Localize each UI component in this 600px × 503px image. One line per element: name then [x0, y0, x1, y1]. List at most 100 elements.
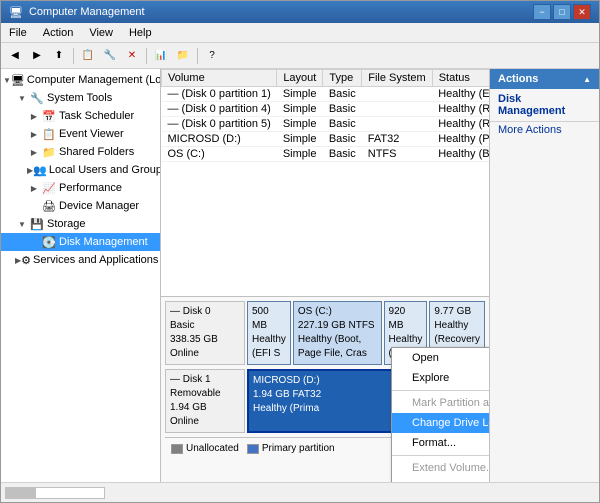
tree-item-shared-folders[interactable]: ▶ 📁 Shared Folders: [1, 143, 160, 161]
cell-status: Healthy (Recovery Partition): [432, 102, 489, 117]
legend-unalloc-box: [171, 444, 183, 454]
actions-chevron-icon: ▲: [583, 75, 591, 84]
minimize-button[interactable]: −: [533, 4, 551, 20]
status-scrollbar[interactable]: [5, 487, 105, 499]
cell-type: Basic: [323, 117, 362, 132]
context-menu: Open Explore Mark Partition as Active Ch…: [391, 347, 489, 482]
cell-type: Basic: [323, 132, 362, 147]
col-type[interactable]: Type: [323, 70, 362, 87]
maximize-button[interactable]: □: [553, 4, 571, 20]
ctx-shrink[interactable]: Shrink Volume...: [392, 478, 489, 482]
performance-icon: 📈: [41, 180, 57, 196]
main-area: ▼ 🖥 Computer Management (Local ▼ 🔧 Syste…: [1, 69, 599, 482]
services-icon: ⚙: [21, 252, 31, 268]
tree-item-disk-management[interactable]: 💽 Disk Management: [1, 233, 160, 251]
toolbar-separator-3: [197, 48, 198, 64]
help-button[interactable]: ?: [202, 46, 222, 66]
table-row[interactable]: — (Disk 0 partition 5) Simple Basic Heal…: [162, 117, 490, 132]
ctx-explore[interactable]: Explore: [392, 368, 489, 388]
legend-primary-label: Primary partition: [262, 443, 335, 454]
cell-volume: MICROSD (D:): [162, 132, 277, 147]
os-size: 227.19 GB NTFS: [298, 319, 377, 333]
cell-fs: [362, 117, 432, 132]
tree-label-performance: Performance: [59, 182, 122, 194]
table-row[interactable]: OS (C:) Simple Basic NTFS Healthy (Boot,…: [162, 147, 490, 162]
status-scrollbar-thumb: [6, 488, 36, 498]
cell-status: Healthy (EFI System Partition): [432, 87, 489, 102]
tree-item-event-viewer[interactable]: ▶ 📋 Event Viewer: [1, 125, 160, 143]
device-manager-icon: 🖨: [41, 198, 57, 214]
show-hide-button[interactable]: 📋: [78, 46, 98, 66]
storage-icon: 💾: [29, 216, 45, 232]
expand-event-viewer[interactable]: ▶: [27, 127, 41, 141]
properties-button[interactable]: 🔧: [100, 46, 120, 66]
tree-label-services: Services and Applications: [33, 254, 158, 266]
tree-item-task-scheduler[interactable]: ▶ 📅 Task Scheduler: [1, 107, 160, 125]
expand-disk-management: [27, 235, 41, 249]
disk0-part-os[interactable]: OS (C:) 227.19 GB NTFS Healthy (Boot, Pa…: [293, 301, 382, 365]
expand-shared-folders[interactable]: ▶: [27, 145, 41, 159]
cell-volume: — (Disk 0 partition 1): [162, 87, 277, 102]
back-button[interactable]: ◀: [5, 46, 25, 66]
up-button[interactable]: ⬆: [49, 46, 69, 66]
menu-file[interactable]: File: [1, 26, 35, 40]
col-filesystem[interactable]: File System: [362, 70, 432, 87]
tree-item-device-manager[interactable]: 🖨 Device Manager: [1, 197, 160, 215]
expand-device-manager: [27, 199, 41, 213]
disk-management-icon: 💽: [41, 234, 57, 250]
close-button[interactable]: ✕: [573, 4, 591, 20]
os-status: Healthy (Boot, Page File, Cras: [298, 333, 377, 361]
right-area: Volume Layout Type File System Status — …: [161, 69, 599, 482]
tree-label-computer: Computer Management (Local: [27, 74, 161, 86]
ctx-change-drive-letter[interactable]: Change Drive Letter and Paths...: [392, 413, 489, 433]
table-row[interactable]: MICROSD (D:) Simple Basic FAT32 Healthy …: [162, 132, 490, 147]
tree-item-computer[interactable]: ▼ 🖥 Computer Management (Local: [1, 71, 160, 89]
table-row[interactable]: — (Disk 0 partition 1) Simple Basic Heal…: [162, 87, 490, 102]
tree-item-performance[interactable]: ▶ 📈 Performance: [1, 179, 160, 197]
local-users-icon: 👥: [33, 162, 47, 178]
table-header-row: Volume Layout Type File System Status: [162, 70, 490, 87]
col-volume[interactable]: Volume: [162, 70, 277, 87]
table-row[interactable]: — (Disk 0 partition 4) Simple Basic Heal…: [162, 102, 490, 117]
menu-help[interactable]: Help: [121, 26, 160, 40]
tree-label-task-scheduler: Task Scheduler: [59, 110, 134, 122]
disk-table: Volume Layout Type File System Status — …: [161, 69, 489, 162]
disk0-title: — Disk 0: [170, 305, 240, 319]
main-window: 🖥 Computer Management − □ ✕ File Action …: [0, 0, 600, 503]
forward-button[interactable]: ▶: [27, 46, 47, 66]
cell-fs: [362, 87, 432, 102]
cell-volume: OS (C:): [162, 147, 277, 162]
tree-item-system-tools[interactable]: ▼ 🔧 System Tools: [1, 89, 160, 107]
ctx-format[interactable]: Format...: [392, 433, 489, 453]
menu-view[interactable]: View: [81, 26, 121, 40]
actions-section-title: Disk Management: [490, 89, 599, 122]
legend-primary: Primary partition: [247, 443, 335, 454]
expand-computer[interactable]: ▼: [3, 73, 11, 87]
export-button[interactable]: 📁: [173, 46, 193, 66]
disk1-size: 1.94 GB: [170, 401, 240, 415]
disk-area: — Disk 0 Basic 338.35 GB Online 500 MB H…: [161, 297, 489, 482]
window-icon: 🖥: [9, 6, 23, 19]
tree-item-services[interactable]: ▶ ⚙ Services and Applications: [1, 251, 160, 269]
expand-performance[interactable]: ▶: [27, 181, 41, 195]
shared-folders-icon: 📁: [41, 144, 57, 160]
disk0-part-efi[interactable]: 500 MB Healthy (EFI S: [247, 301, 291, 365]
cell-layout: Simple: [277, 117, 323, 132]
expand-storage[interactable]: ▼: [15, 217, 29, 231]
ctx-sep2: [392, 455, 489, 456]
table-container[interactable]: Volume Layout Type File System Status — …: [161, 69, 489, 297]
disk1-type: Removable: [170, 387, 240, 401]
col-status[interactable]: Status: [432, 70, 489, 87]
ctx-open[interactable]: Open: [392, 348, 489, 368]
expand-task-scheduler[interactable]: ▶: [27, 109, 41, 123]
delete-button[interactable]: ✕: [122, 46, 142, 66]
new-button[interactable]: 📊: [151, 46, 171, 66]
tree-item-storage[interactable]: ▼ 💾 Storage: [1, 215, 160, 233]
col-layout[interactable]: Layout: [277, 70, 323, 87]
menu-action[interactable]: Action: [35, 26, 82, 40]
rec1-size: 920 MB: [389, 305, 423, 333]
actions-more-link[interactable]: More Actions: [490, 122, 599, 138]
expand-system-tools[interactable]: ▼: [15, 91, 29, 105]
tree-item-local-users[interactable]: ▶ 👥 Local Users and Groups: [1, 161, 160, 179]
title-bar-left: 🖥 Computer Management: [9, 6, 145, 19]
